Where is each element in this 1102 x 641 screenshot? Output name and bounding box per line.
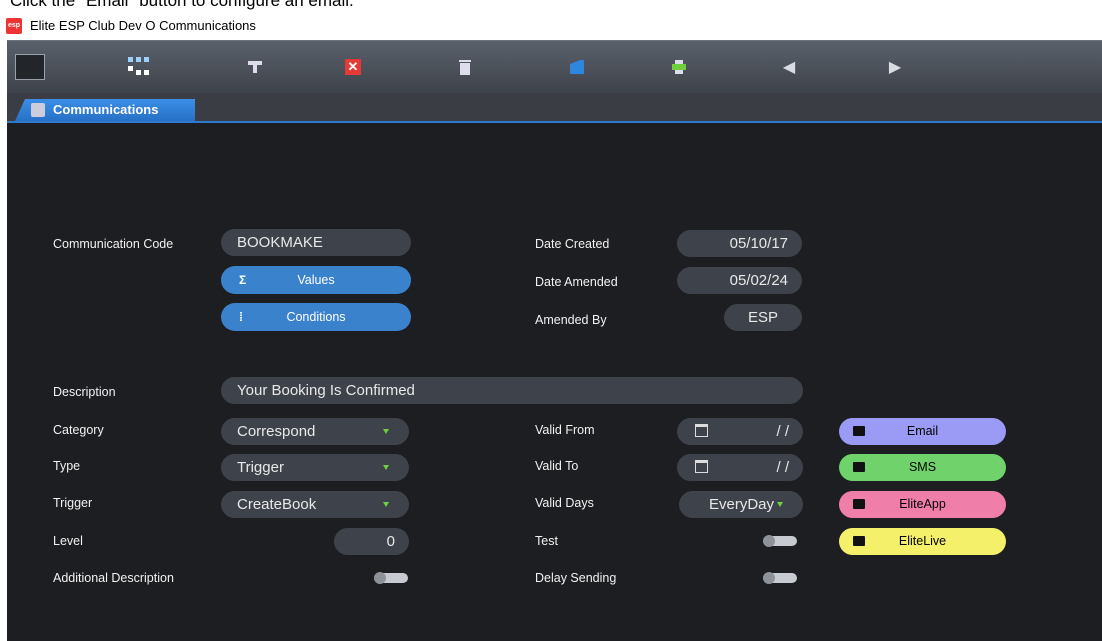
toggle-knob <box>763 535 775 547</box>
level-field[interactable]: 0 <box>334 528 409 555</box>
description-field[interactable]: Your Booking Is Confirmed <box>221 377 803 404</box>
trigger-value: CreateBook <box>237 496 317 513</box>
type-dropdown[interactable]: Trigger <box>221 454 409 481</box>
close-icon[interactable]: ✕ <box>323 41 383 93</box>
valid-days-label: Valid Days <box>535 496 594 510</box>
category-dropdown[interactable]: Correspond <box>221 418 409 445</box>
dropdown-arrow-icon <box>383 502 389 507</box>
next-icon[interactable]: ▶ <box>865 41 925 93</box>
amended-by-label: Amended By <box>535 313 607 327</box>
tree-view-icon[interactable] <box>109 41 169 93</box>
type-value: Trigger <box>237 459 284 476</box>
sigma-icon: Σ <box>239 273 247 287</box>
delete-icon[interactable] <box>435 41 495 93</box>
elitelive-button-label: EliteLive <box>898 534 947 548</box>
delay-sending-toggle[interactable] <box>763 572 797 584</box>
sms-button[interactable]: SMS <box>839 454 1006 481</box>
date-created-field: 05/10/17 <box>677 230 802 257</box>
trigger-dropdown[interactable]: CreateBook <box>221 491 409 518</box>
print-icon[interactable] <box>649 41 709 93</box>
test-toggle[interactable] <box>763 535 797 547</box>
additional-description-toggle[interactable] <box>374 572 408 584</box>
window-title: Elite ESP Club Dev O Communications <box>30 18 256 33</box>
toggle-knob <box>374 572 386 584</box>
calendar-icon <box>853 536 865 546</box>
elitelive-button[interactable]: EliteLive <box>839 528 1006 555</box>
values-button-label: Values <box>297 273 335 287</box>
communications-icon <box>31 103 45 117</box>
email-button[interactable]: Email <box>839 418 1006 445</box>
email-icon <box>853 426 865 436</box>
app-logo-icon: esp <box>6 18 22 34</box>
valid-days-value: EveryDay <box>709 496 775 513</box>
previous-icon[interactable]: ◀ <box>759 41 819 93</box>
additional-description-label: Additional Description <box>53 571 174 585</box>
valid-to-value: / / <box>776 459 789 476</box>
sms-button-label: SMS <box>908 460 937 474</box>
description-label: Description <box>53 385 116 399</box>
test-label: Test <box>535 534 558 548</box>
people-icon <box>853 499 865 509</box>
date-amended-field: 05/02/24 <box>677 267 802 294</box>
level-label: Level <box>53 534 83 548</box>
delay-sending-label: Delay Sending <box>535 571 617 585</box>
date-created-label: Date Created <box>535 237 610 251</box>
category-value: Correspond <box>237 423 316 440</box>
tab-communications[interactable]: Communications <box>15 99 195 121</box>
category-label: Category <box>53 423 104 437</box>
conditions-button-label: Conditions <box>286 310 346 324</box>
valid-days-dropdown[interactable]: EveryDay <box>679 491 803 518</box>
amended-by-field: ESP <box>724 304 802 331</box>
toggle-knob <box>763 572 775 584</box>
instruction-text: Click the "Email" button to configure an… <box>10 0 354 10</box>
conditions-icon: ⁞ <box>239 310 243 324</box>
email-button-label: Email <box>906 424 939 438</box>
eliteapp-button-label: EliteApp <box>899 497 946 511</box>
calendar-icon[interactable] <box>695 460 708 473</box>
date-amended-label: Date Amended <box>535 275 618 289</box>
communication-code-field[interactable]: BOOKMAKE <box>221 229 411 256</box>
dropdown-arrow-icon <box>383 465 389 470</box>
dropdown-arrow-icon <box>777 502 783 507</box>
trigger-label: Trigger <box>53 496 93 510</box>
valid-from-value: / / <box>776 423 789 440</box>
valid-to-field[interactable]: / / <box>677 454 803 481</box>
valid-from-field[interactable]: / / <box>677 418 803 445</box>
conditions-button[interactable]: ⁞ Conditions <box>221 303 411 331</box>
communication-code-label: Communication Code <box>53 237 174 251</box>
toolbar: ✕ ◀ ▶ <box>7 40 1102 94</box>
valid-to-label: Valid To <box>535 459 579 473</box>
dropdown-arrow-icon <box>383 429 389 434</box>
type-label: Type <box>53 459 81 473</box>
grid-view-icon[interactable] <box>9 41 51 93</box>
tab-strip: Communications <box>7 93 1102 123</box>
export-icon[interactable] <box>547 41 607 93</box>
sms-icon <box>853 462 865 472</box>
form-panel: Communication Code BOOKMAKE Σ Values ⁞ C… <box>7 123 1102 641</box>
title-bar: esp Elite ESP Club Dev O Communications <box>0 14 1102 40</box>
calendar-icon[interactable] <box>695 424 708 437</box>
valid-from-label: Valid From <box>535 423 595 437</box>
tab-label: Communications <box>53 102 159 117</box>
filter-icon[interactable] <box>225 41 285 93</box>
eliteapp-button[interactable]: EliteApp <box>839 491 1006 518</box>
values-button[interactable]: Σ Values <box>221 266 411 294</box>
